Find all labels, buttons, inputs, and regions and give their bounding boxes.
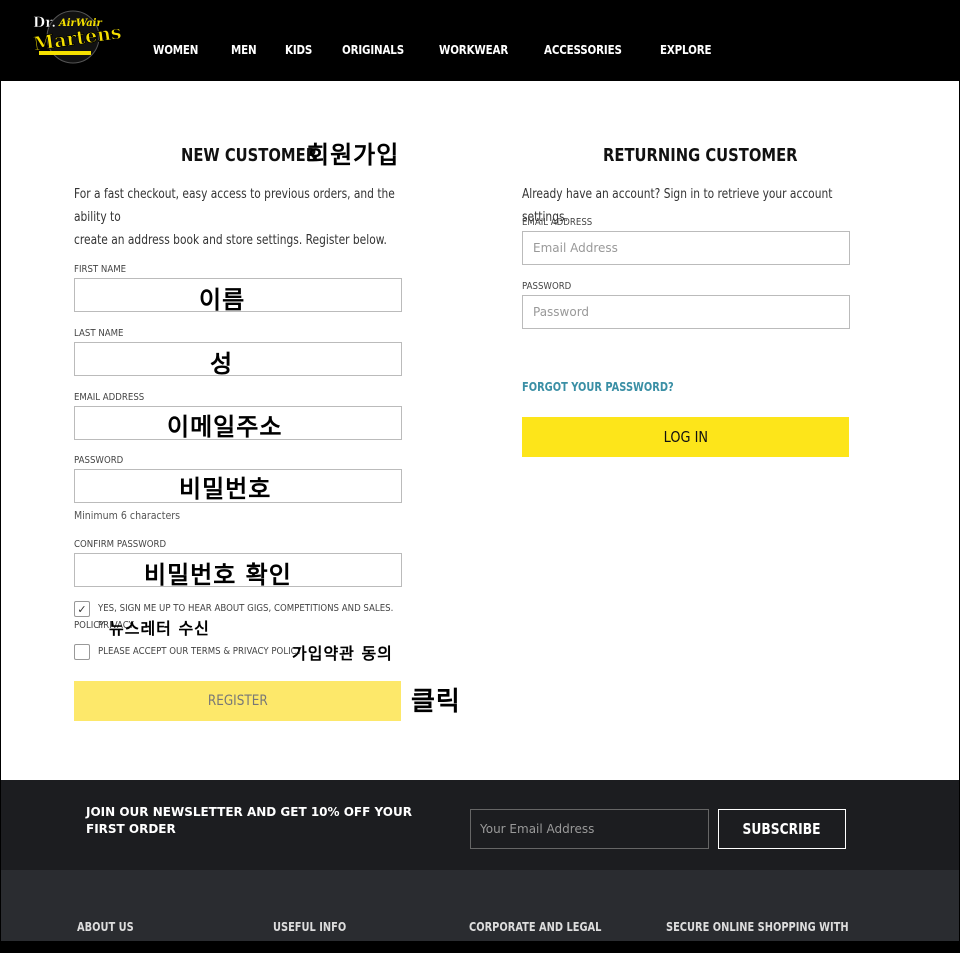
login-email-label: EMAIL ADDRESS <box>522 217 593 228</box>
new-customer-intro: For a fast checkout, easy access to prev… <box>74 183 402 252</box>
footer-bottom-strip <box>1 941 959 952</box>
login-email-input[interactable] <box>523 232 849 264</box>
newsletter-consent-note: 뉴스레터 수신 <box>109 619 210 638</box>
newsletter-consent-checkbox[interactable]: ✓ <box>74 601 90 617</box>
confirm-password-label: CONFIRM PASSWORD <box>74 539 167 550</box>
nav-item-kids[interactable]: KIDS <box>285 43 312 57</box>
new-customer-title: NEW CUSTOMER <box>181 145 318 166</box>
last-name-field[interactable] <box>74 342 402 376</box>
login-password-label: PASSWORD <box>522 281 572 292</box>
dr-martens-logo[interactable]: Dr. AirWair Martens <box>29 9 121 67</box>
email-label: EMAIL ADDRESS <box>74 392 145 403</box>
login-password-field[interactable] <box>522 295 850 329</box>
logo-text-dr: Dr. <box>33 15 56 31</box>
first-name-note: 이름 <box>199 286 246 314</box>
page: Dr. AirWair Martens WOMEN MEN KIDS ORIGI… <box>0 0 960 953</box>
forgot-password-link[interactable]: FORGOT YOUR PASSWORD? <box>522 380 674 394</box>
main-nav: WOMEN MEN KIDS ORIGINALS WORKWEAR ACCESS… <box>153 43 744 57</box>
password-note: 비밀번호 <box>179 475 272 503</box>
last-name-note: 성 <box>210 350 234 378</box>
new-customer-title-note: 회원가입 <box>307 141 400 169</box>
footer-about-us[interactable]: ABOUT US <box>77 920 134 934</box>
nav-item-accessories[interactable]: ACCESSORIES <box>544 43 622 57</box>
nav-item-workwear[interactable]: WORKWEAR <box>439 43 508 57</box>
password-label: PASSWORD <box>74 455 124 466</box>
register-note: 클릭 <box>411 687 461 717</box>
last-name-input[interactable] <box>75 343 401 375</box>
footer-useful-info[interactable]: USEFUL INFO <box>273 920 346 934</box>
login-button[interactable]: LOG IN <box>522 417 849 457</box>
first-name-label: FIRST NAME <box>74 264 127 275</box>
newsletter-email-input[interactable] <box>471 810 708 848</box>
login-email-field[interactable] <box>522 231 850 265</box>
intro-line-1: For a fast checkout, easy access to prev… <box>74 187 395 225</box>
register-label: REGISTER <box>207 693 268 709</box>
confirm-password-note: 비밀번호 확인 <box>144 561 292 589</box>
nav-item-originals[interactable]: ORIGINALS <box>342 43 404 57</box>
terms-consent-text[interactable]: PLEASE ACCEPT OUR TERMS & PRIVACY POLICY <box>98 643 322 660</box>
newsletter-bar: JOIN OUR NEWSLETTER AND GET 10% OFF YOUR… <box>1 780 959 870</box>
newsletter-email-field[interactable] <box>470 809 709 849</box>
returning-customer-title: RETURNING CUSTOMER <box>603 145 798 166</box>
newsletter-text: JOIN OUR NEWSLETTER AND GET 10% OFF YOUR… <box>86 805 412 836</box>
nav-item-women[interactable]: WOMEN <box>153 43 198 57</box>
terms-consent-checkbox[interactable] <box>74 644 90 660</box>
login-password-input[interactable] <box>523 296 849 328</box>
login-label: LOG IN <box>663 428 708 446</box>
last-name-label: LAST NAME <box>74 328 124 339</box>
footer-corporate-legal[interactable]: CORPORATE AND LEGAL <box>469 920 601 934</box>
email-note: 이메일주소 <box>167 413 283 441</box>
footer-secure-shopping[interactable]: SECURE ONLINE SHOPPING WITH <box>666 920 849 934</box>
subscribe-button[interactable]: SUBSCRIBE <box>718 809 846 849</box>
register-button[interactable]: REGISTER <box>74 681 401 721</box>
subscribe-label: SUBSCRIBE <box>743 820 821 838</box>
nav-item-explore[interactable]: EXPLORE <box>660 43 712 57</box>
terms-consent-note: 가입약관 동의 <box>292 644 393 663</box>
checkmark-icon: ✓ <box>77 603 87 616</box>
intro-line-2: create an address book and store setting… <box>74 233 387 248</box>
privacy-policy-link[interactable]: POLICY <box>74 617 104 634</box>
nav-item-men[interactable]: MEN <box>231 43 257 57</box>
password-hint: Minimum 6 characters <box>74 509 181 522</box>
top-navigation: Dr. AirWair Martens WOMEN MEN KIDS ORIGI… <box>1 1 959 81</box>
